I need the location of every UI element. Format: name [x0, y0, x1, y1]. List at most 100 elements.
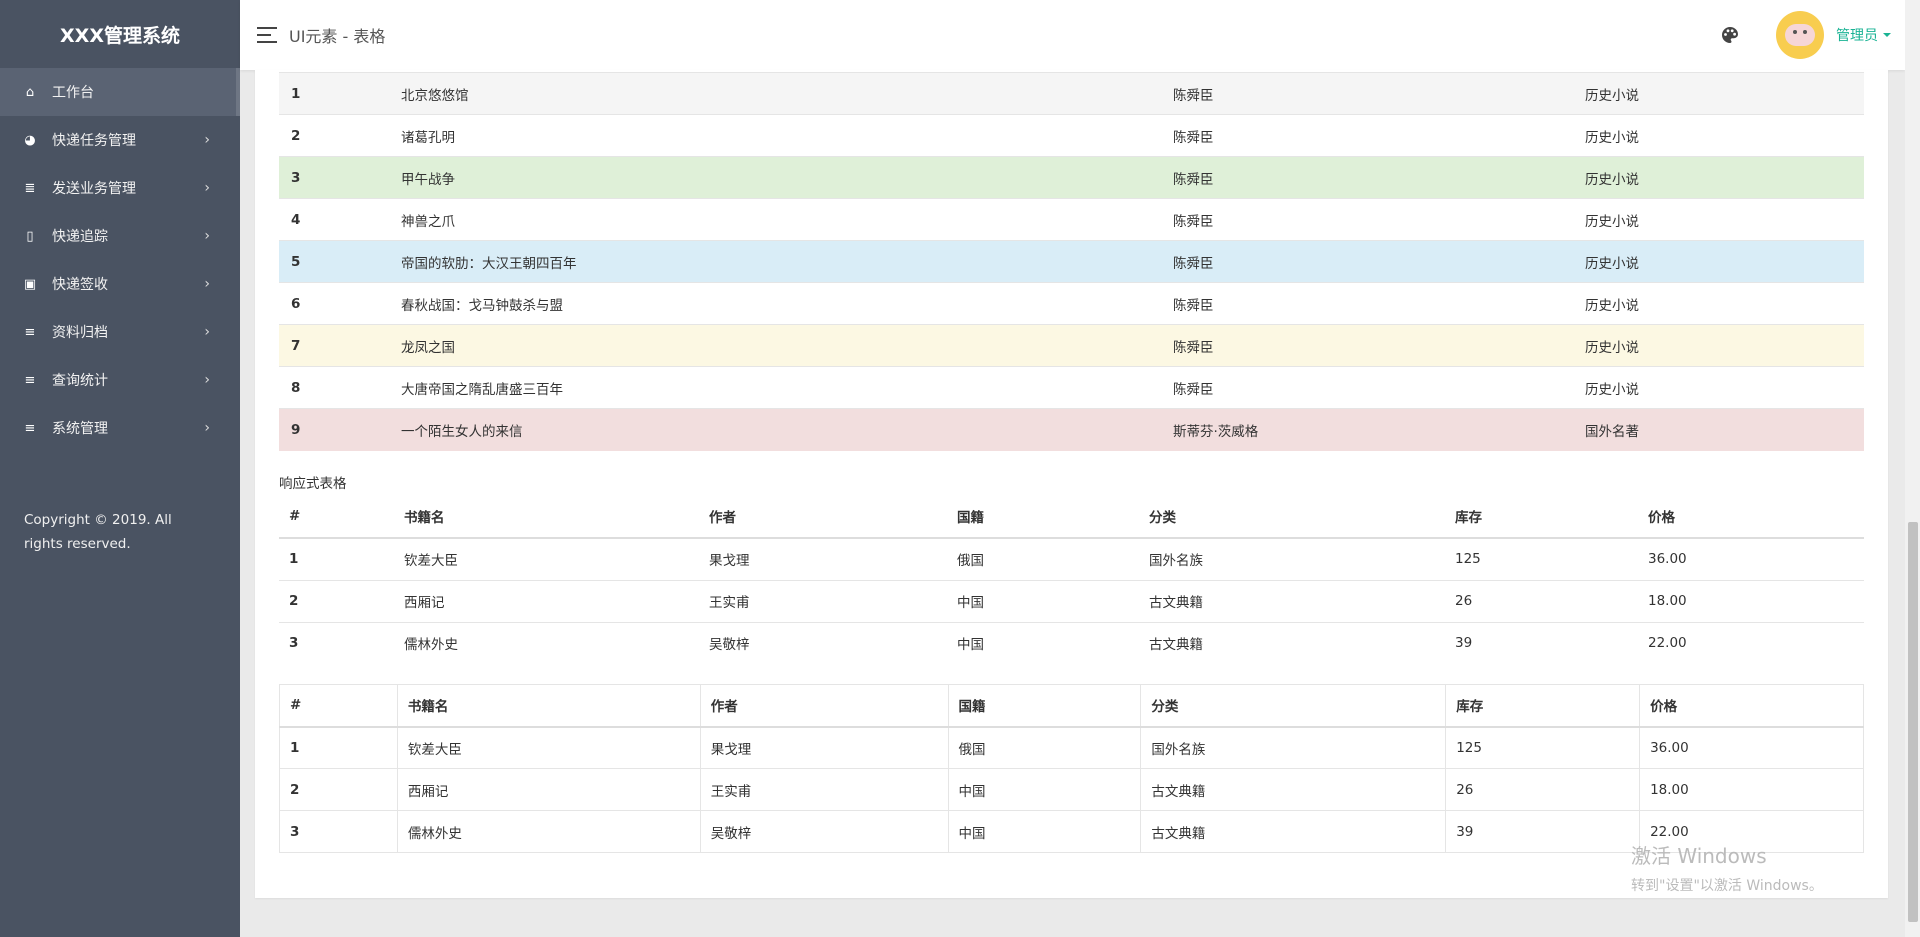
pig-avatar-icon [1785, 24, 1815, 46]
column-header: 书籍名 [396, 684, 701, 728]
windows-activation-watermark: 激活 Windows 转到"设置"以激活 Windows。 [1631, 840, 1823, 895]
palette-icon[interactable] [1720, 25, 1740, 45]
table-cell-author: 陈舜臣 [1161, 156, 1573, 199]
js-file-icon: ▣ [23, 276, 37, 292]
table-cell: 3 [279, 810, 398, 853]
chevron-right-icon: › [204, 132, 210, 148]
table-cell: 2 [279, 579, 394, 622]
chevron-right-icon: › [204, 276, 210, 292]
breadcrumb: UI元素 - 表格 [289, 27, 386, 46]
table-cell: 西厢记 [394, 579, 699, 622]
table-cell-category: 历史小说 [1573, 240, 1864, 283]
user-menu[interactable]: 管理员 [1836, 25, 1891, 45]
table-cell: 36.00 [1638, 537, 1864, 580]
file-icon: ▯ [26, 228, 34, 244]
table-cell: 18.00 [1638, 579, 1864, 622]
palette-icon: ◕ [24, 132, 36, 148]
watermark-subtitle: 转到"设置"以激活 Windows。 [1631, 878, 1823, 894]
column-header: 作者 [699, 494, 947, 539]
table-cell-author: 陈舜臣 [1161, 198, 1573, 241]
table-cell: 俄国 [947, 726, 1142, 769]
table-cell-n: 3 [279, 156, 389, 199]
home-icon: ⌂ [25, 84, 35, 100]
sidebar-item-7[interactable]: ≡ 系统管理 › [0, 404, 240, 452]
table-cell: 果戈理 [699, 537, 947, 580]
table-row: 3 儒林外史 吴敬梓 中国 古文典籍 39 22.00 [279, 621, 1864, 664]
bars-icon: ≡ [24, 372, 36, 388]
table-row: 9 一个陌生女人的来信 斯蒂芬·茨威格 国外名著 [279, 408, 1864, 451]
table-cell: 王实甫 [699, 768, 949, 811]
table-cell-title: 龙凤之国 [389, 324, 1161, 367]
sidebar-item-0[interactable]: ⌂ 工作台 [0, 68, 240, 116]
table-row: 1 钦差大臣 果戈理 俄国 国外名族 125 36.00 [279, 537, 1864, 580]
table-cell: 中国 [947, 768, 1142, 811]
sidebar-item-2[interactable]: ≣ 发送业务管理 › [0, 164, 240, 212]
table-row: 8 大唐帝国之隋乱唐盛三百年 陈舜臣 历史小说 [279, 366, 1864, 409]
chevron-right-icon: › [204, 420, 210, 436]
table-cell-n: 4 [279, 198, 389, 241]
table-cell: 吴敬梓 [699, 621, 947, 664]
column-header: 书籍名 [394, 494, 699, 539]
table-cell-author: 陈舜臣 [1161, 324, 1573, 367]
table-cell: 西厢记 [396, 768, 701, 811]
sidebar: XXX管理系统 ⌂ 工作台 ◕ 快递任务管理 › ≣ 发送业务管理 › ▯ 快递追踪 › ▣ 快递签收 ›… [0, 0, 240, 937]
table-cell: 吴敬梓 [699, 810, 949, 853]
column-header: 库存 [1445, 684, 1641, 728]
table-cell-title: 一个陌生女人的来信 [389, 408, 1161, 451]
table-cell: 中国 [947, 621, 1139, 664]
table-cell: 俄国 [947, 537, 1139, 580]
table-cell: 22.00 [1638, 621, 1864, 664]
table-cell-title: 大唐帝国之隋乱唐盛三百年 [389, 366, 1161, 409]
avatar[interactable] [1776, 11, 1824, 59]
sidebar-item-label: 工作台 [52, 85, 94, 101]
table-row: 2 西厢记 王实甫 中国 古文典籍 26 18.00 [279, 768, 1864, 811]
scrollbar-thumb[interactable] [1908, 522, 1918, 922]
table-cell: 国外名族 [1140, 726, 1447, 769]
sidebar-item-3[interactable]: ▯ 快递追踪 › [0, 212, 240, 260]
table-cell-n: 8 [279, 366, 389, 409]
bars-icon: ≡ [24, 324, 36, 340]
app-title: XXX管理系统 [60, 24, 180, 47]
table-cell-title: 神兽之爪 [389, 198, 1161, 241]
table-cell: 3 [279, 621, 394, 664]
section-title: 响应式表格 [279, 476, 347, 492]
sidebar-item-label: 系统管理 [52, 421, 108, 437]
sidebar-item-6[interactable]: ≡ 查询统计 › [0, 356, 240, 404]
table-cell-author: 陈舜臣 [1161, 366, 1573, 409]
sidebar-item-label: 查询统计 [52, 373, 108, 389]
bordered-table: # 书籍名 作者 国籍 分类 库存 价格 1 钦差大臣 果戈理 俄国 国外名族 125 36.00 2 西厢… [279, 684, 1864, 853]
sidebar-item-label: 快递追踪 [52, 229, 108, 245]
table-cell: 125 [1445, 726, 1641, 769]
table-cell: 中国 [947, 579, 1139, 622]
column-header: 国籍 [947, 494, 1139, 539]
sidebar-item-1[interactable]: ◕ 快递任务管理 › [0, 116, 240, 164]
table-row: 1 钦差大臣 果戈理 俄国 国外名族 125 36.00 [279, 726, 1864, 769]
table-cell: 39 [1445, 621, 1638, 664]
column-header: 分类 [1139, 494, 1445, 539]
table-row: 5 帝国的软肋：大汉王朝四百年 陈舜臣 历史小说 [279, 240, 1864, 283]
table-cell-author: 陈舜臣 [1161, 72, 1573, 115]
responsive-table: # 书籍名 作者 国籍 分类 库存 价格 1 钦差大臣 果戈理 俄国 国外名族 125 36.00 2 西厢… [279, 494, 1864, 664]
column-header: 分类 [1140, 684, 1447, 728]
table-cell-title: 北京悠悠馆 [389, 72, 1161, 115]
table-cell-n: 2 [279, 114, 389, 157]
table-cell: 古文典籍 [1139, 579, 1445, 622]
sidebar-item-5[interactable]: ≡ 资料归档 › [0, 308, 240, 356]
menu-toggle-icon[interactable] [257, 27, 277, 43]
sidebar-item-label: 资料归档 [52, 325, 108, 341]
table-row: 4 神兽之爪 陈舜臣 历史小说 [279, 198, 1864, 241]
sidebar-item-label: 发送业务管理 [52, 181, 136, 197]
table-cell-title: 春秋战国：戈马钟鼓杀与盟 [389, 282, 1161, 325]
contextual-table: 1 北京悠悠馆 陈舜臣 历史小说 2 诸葛孔明 陈舜臣 历史小说 3 甲午战争 陈舜臣 历史小说 4 神兽… [279, 72, 1864, 451]
column-header: 价格 [1639, 684, 1864, 728]
bars-icon: ≡ [24, 420, 36, 436]
table-cell: 中国 [947, 810, 1142, 853]
table-cell: 果戈理 [699, 726, 949, 769]
table-cell: 125 [1445, 537, 1638, 580]
table-cell-category: 历史小说 [1573, 198, 1864, 241]
table-row: 1 北京悠悠馆 陈舜臣 历史小说 [279, 72, 1864, 115]
sidebar-item-4[interactable]: ▣ 快递签收 › [0, 260, 240, 308]
page-scrollbar[interactable] [1905, 0, 1920, 937]
user-name: 管理员 [1836, 28, 1878, 44]
sidebar-item-label: 快递任务管理 [52, 133, 136, 149]
